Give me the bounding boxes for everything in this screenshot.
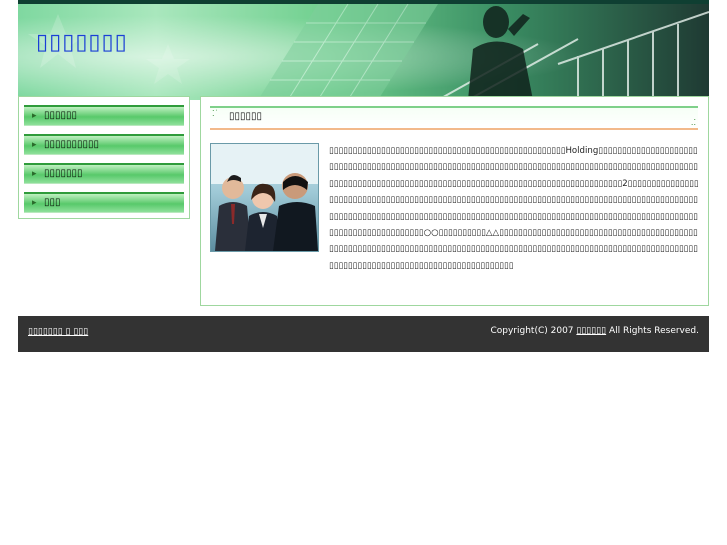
sidebar-item-label: ▯▯▯ [44,197,61,208]
footer: ▯▯▯▯▯▯▯ ▯ ▯▯▯ Copyright(C) 2007 ▯▯▯▯▯▯ A… [18,316,709,352]
page: ▯▯▯▯▯▯▯ ▸ ▯▯▯▯▯▯ ▸ ▯▯▯▯▯▯▯▯▯▯ ▸ ▯▯▯▯▯▯▯ … [0,0,727,545]
section-header: ⁚˙ ▯▯▯▯▯▯ .⁚ [210,106,698,130]
sidebar-item-label: ▯▯▯▯▯▯▯ [44,168,83,179]
header-banner: ▯▯▯▯▯▯▯ [18,0,709,100]
body-paragraph: ▯▯▯▯▯▯▯▯▯▯▯▯▯▯▯▯▯▯▯▯▯▯▯▯▯▯▯▯▯▯▯▯▯▯▯▯▯▯▯▯… [329,146,699,271]
corner-dots-icon: ⁚˙ [212,109,219,118]
footer-link[interactable]: ▯▯▯▯▯▯▯ ▯ ▯▯▯ [28,327,88,337]
photo-illustration [211,144,318,251]
copyright-text: Copyright(C) 2007 ▯▯▯▯▯▯ All Rights Rese… [490,326,699,336]
sidebar-item-1[interactable]: ▸ ▯▯▯▯▯▯ [24,105,184,126]
sidebar-nav: ▸ ▯▯▯▯▯▯ ▸ ▯▯▯▯▯▯▯▯▯▯ ▸ ▯▯▯▯▯▯▯ ▸ ▯▯▯ [18,96,190,219]
sidebar-item-3[interactable]: ▸ ▯▯▯▯▯▯▯ [24,163,184,184]
arrow-bullet-icon: ▸ [32,169,37,179]
section-title: ▯▯▯▯▯▯ [229,111,263,122]
sidebar-item-4[interactable]: ▸ ▯▯▯ [24,192,184,213]
site-title[interactable]: ▯▯▯▯▯▯▯ [36,30,128,55]
main-content: ⁚˙ ▯▯▯▯▯▯ .⁚ ▯▯▯▯▯▯▯▯▯▯▯▯▯▯▯▯▯▯▯▯▯▯▯▯▯▯▯… [200,96,709,306]
copyright-prefix: Copyright(C) 2007 [490,326,577,336]
arrow-bullet-icon: ▸ [32,198,37,208]
arrow-bullet-icon: ▸ [32,111,37,121]
arrow-bullet-icon: ▸ [32,140,37,150]
copyright-company-link[interactable]: ▯▯▯▯▯▯ [576,326,606,336]
business-people-photo [210,143,319,252]
corner-dots-icon: .⁚ [690,118,696,127]
copyright-suffix: All Rights Reserved. [606,326,699,336]
sidebar-item-label: ▯▯▯▯▯▯▯▯▯▯ [44,139,100,150]
sidebar-item-2[interactable]: ▸ ▯▯▯▯▯▯▯▯▯▯ [24,134,184,155]
sidebar-item-label: ▯▯▯▯▯▯ [44,110,78,121]
